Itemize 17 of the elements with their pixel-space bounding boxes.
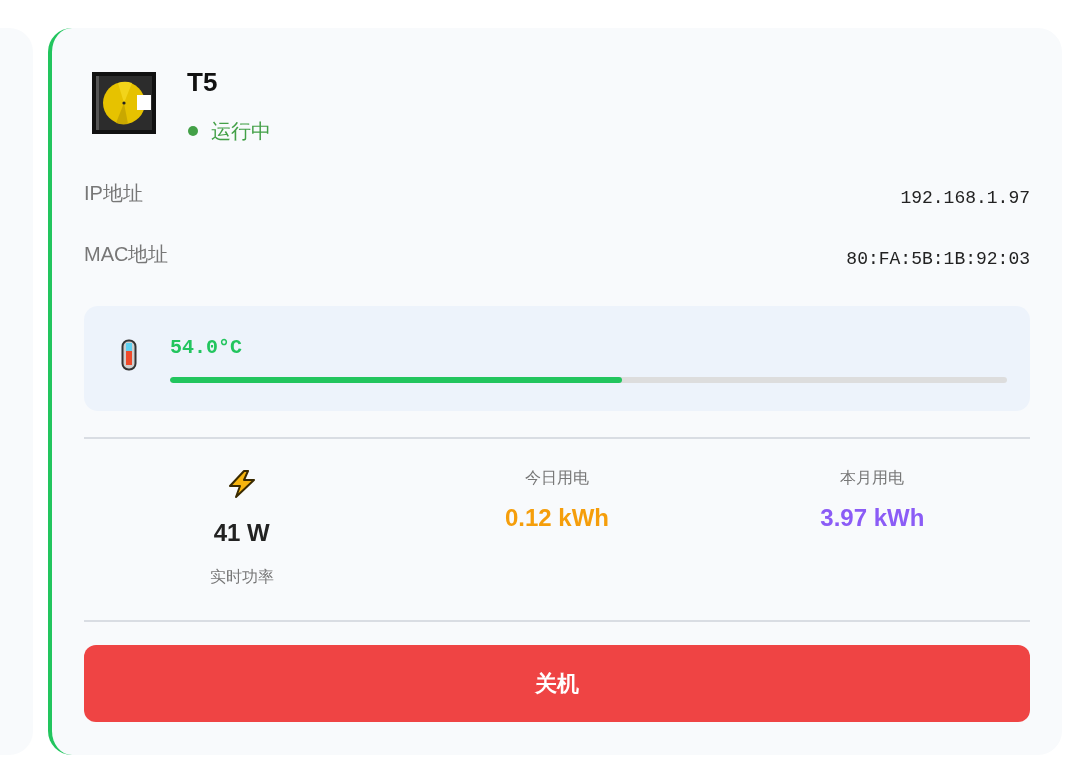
stat-value: 0.12 kWh (504, 503, 609, 533)
temperature-reading: 54.0°C (170, 335, 242, 361)
stat-label: 本月用电 (840, 468, 905, 488)
info-value: 80:FA:5B:1B:92:03 (846, 248, 1030, 271)
info-value: 192.168.1.97 (900, 187, 1030, 210)
status-text: 运行中 (211, 119, 271, 144)
lightning-bolt-icon (226, 470, 257, 498)
info-label: IP地址 (84, 181, 143, 206)
stat-value: 41 W (213, 518, 270, 548)
stat-label: 实时功率 (209, 567, 274, 587)
stat-value: 3.97 kWh (820, 503, 925, 533)
info-label: MAC地址 (84, 242, 169, 267)
thermometer-icon (121, 338, 137, 371)
stat-label: 今日用电 (525, 468, 589, 488)
disc-device-icon (92, 72, 156, 134)
device-name: T5 (187, 66, 219, 98)
shutdown-button[interactable]: 关机 (84, 645, 1030, 722)
